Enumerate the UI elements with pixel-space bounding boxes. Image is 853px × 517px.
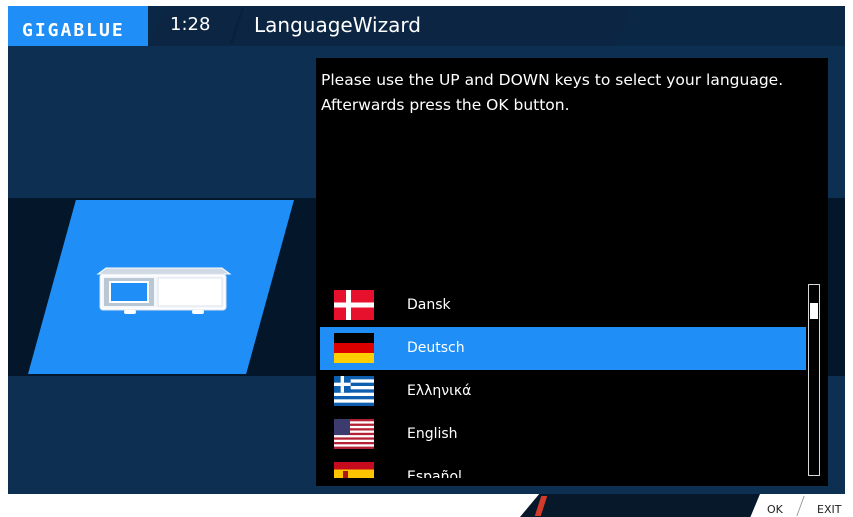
language-label: Dansk: [407, 297, 451, 313]
spain-flag-icon: [334, 462, 374, 478]
language-label: Deutsch: [407, 340, 465, 356]
page-title: LanguageWizard: [254, 13, 421, 37]
denmark-flag-icon: [334, 290, 374, 320]
brand-logo: GIGABLUE: [22, 20, 125, 41]
language-label: English: [407, 426, 458, 442]
set-top-box-receiver-icon: [96, 267, 232, 314]
language-list[interactable]: Dansk Deutsch Ελληνικά English Español: [320, 284, 808, 478]
list-item-deutsch[interactable]: Deutsch: [320, 327, 806, 370]
language-label: Español: [407, 469, 462, 478]
list-item-espanol[interactable]: Español: [320, 456, 806, 478]
clock: 1:28: [170, 14, 211, 35]
list-item-greek[interactable]: Ελληνικά: [320, 370, 806, 413]
greece-flag-icon: [334, 376, 374, 406]
list-item-english[interactable]: English: [320, 413, 806, 456]
ok-button[interactable]: OK: [767, 503, 783, 516]
instruction-line-1: Please use the UP and DOWN keys to selec…: [321, 71, 784, 89]
list-item-dansk[interactable]: Dansk: [320, 284, 806, 327]
exit-button[interactable]: EXIT: [817, 503, 841, 516]
instruction-line-2: Afterwards press the OK button.: [321, 96, 570, 114]
footer-dark-strip: [520, 494, 760, 517]
instructions: Please use the UP and DOWN keys to selec…: [321, 68, 811, 118]
scrollbar-thumb[interactable]: [810, 303, 818, 319]
language-wizard-screen: GIGABLUE 1:28 LanguageWizard Please use …: [0, 0, 853, 517]
language-label: Ελληνικά: [407, 383, 472, 399]
germany-flag-icon: [334, 333, 374, 363]
logo-box: GIGABLUE: [8, 6, 148, 46]
usa-flag-icon: [334, 419, 374, 449]
